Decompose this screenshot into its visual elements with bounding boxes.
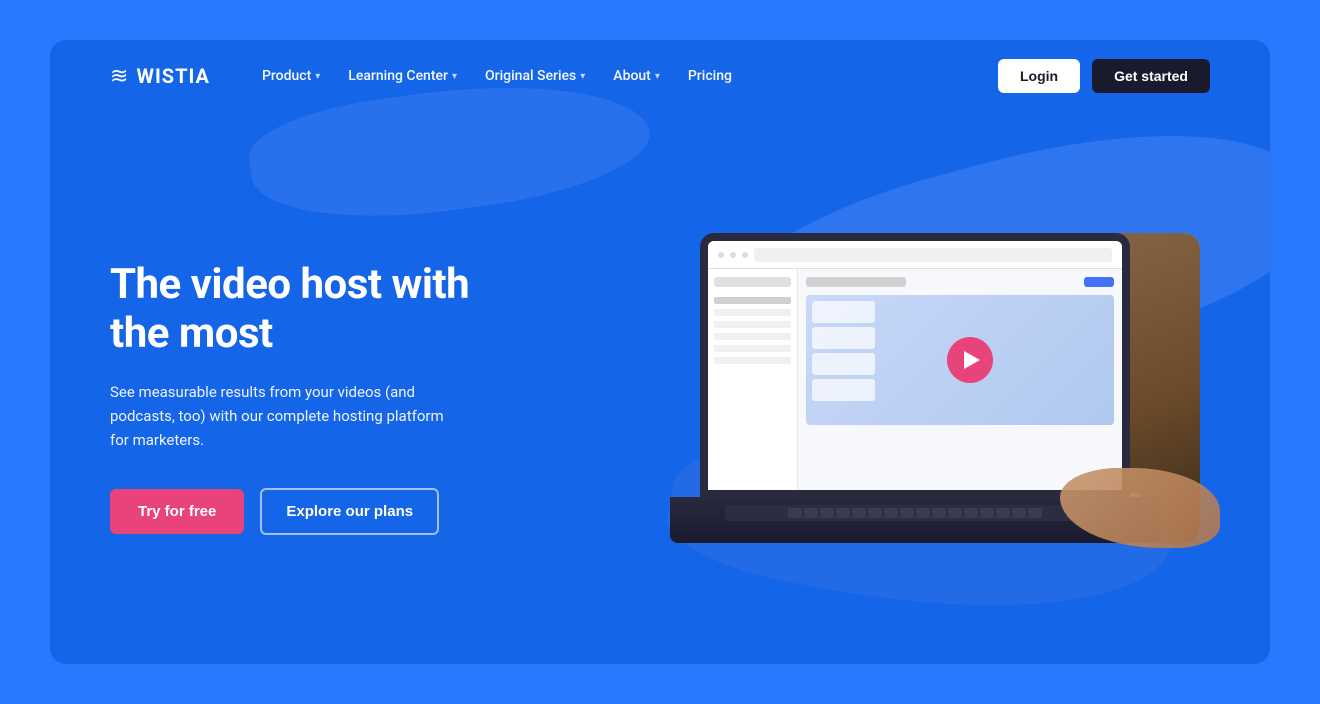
nav-product-label: Product <box>262 68 311 84</box>
key <box>996 508 1010 518</box>
keyboard <box>725 505 1105 521</box>
nav-item-original-series[interactable]: Original Series ▾ <box>473 60 597 92</box>
nav-about-label: About <box>613 68 651 84</box>
nav-item-product[interactable]: Product ▾ <box>250 60 332 92</box>
hero-buttons: Try for free Explore our plans <box>110 488 530 535</box>
thumb-item-4 <box>812 379 875 401</box>
nav-item-learning-center[interactable]: Learning Center ▾ <box>336 60 469 92</box>
thumbnail-list <box>806 295 881 425</box>
key <box>932 508 946 518</box>
chevron-down-icon: ▾ <box>452 71 457 82</box>
browser-url-bar[interactable] <box>754 248 1112 262</box>
login-button[interactable]: Login <box>998 59 1080 93</box>
sidebar-link-3[interactable] <box>714 321 791 328</box>
browser-dot-1 <box>718 252 724 258</box>
hero-section: The video host with the most See measura… <box>50 112 1270 664</box>
sidebar-link-5[interactable] <box>714 345 791 352</box>
key <box>884 508 898 518</box>
sidebar-link-2[interactable] <box>714 309 791 316</box>
main-header-row <box>806 277 1114 287</box>
key <box>1012 508 1026 518</box>
key <box>804 508 818 518</box>
browser-dot-3 <box>742 252 748 258</box>
key <box>980 508 994 518</box>
chevron-down-icon: ▾ <box>655 71 660 82</box>
chevron-down-icon: ▾ <box>580 71 585 82</box>
key <box>820 508 834 518</box>
screen-topbar <box>708 241 1122 269</box>
thumb-item-1 <box>812 301 875 323</box>
page-frame: ≋ WISTIA Product ▾ Learning Center ▾ Ori… <box>50 40 1270 664</box>
key <box>868 508 882 518</box>
screen-content <box>708 241 1122 490</box>
nav-links: Product ▾ Learning Center ▾ Original Ser… <box>250 60 998 92</box>
app-sidebar <box>708 269 798 490</box>
explore-plans-button[interactable]: Explore our plans <box>260 488 439 535</box>
key <box>788 508 802 518</box>
hero-text-block: The video host with the most See measura… <box>110 261 530 535</box>
browser-dot-2 <box>730 252 736 258</box>
thumb-item-2 <box>812 327 875 349</box>
key <box>836 508 850 518</box>
get-started-button[interactable]: Get started <box>1092 59 1210 93</box>
main-action-button[interactable] <box>1084 277 1114 287</box>
nav-item-about[interactable]: About ▾ <box>601 60 672 92</box>
nav-actions: Login Get started <box>998 59 1210 93</box>
sidebar-brand <box>714 277 791 287</box>
hero-subtext: See measurable results from your videos … <box>110 380 450 452</box>
nav-learning-label: Learning Center <box>348 68 448 84</box>
key <box>948 508 962 518</box>
wistia-logo-icon: ≋ <box>110 64 128 89</box>
app-body <box>708 269 1122 490</box>
play-button[interactable] <box>947 337 993 383</box>
hero-visual <box>530 233 1210 563</box>
logo[interactable]: ≋ WISTIA <box>110 64 210 89</box>
play-icon <box>964 351 980 369</box>
video-thumbnail-area[interactable] <box>806 295 1114 425</box>
sidebar-link-4[interactable] <box>714 333 791 340</box>
laptop-screen <box>700 233 1130 498</box>
logo-text: WISTIA <box>136 64 210 88</box>
key <box>1028 508 1042 518</box>
sidebar-link-6[interactable] <box>714 357 791 364</box>
laptop-image-area <box>670 233 1200 543</box>
key <box>900 508 914 518</box>
app-main-content <box>798 269 1122 490</box>
nav-item-pricing[interactable]: Pricing <box>676 60 744 92</box>
key <box>964 508 978 518</box>
try-for-free-button[interactable]: Try for free <box>110 489 244 534</box>
thumb-item-3 <box>812 353 875 375</box>
navbar: ≋ WISTIA Product ▾ Learning Center ▾ Ori… <box>50 40 1270 112</box>
key <box>852 508 866 518</box>
key <box>916 508 930 518</box>
chevron-down-icon: ▾ <box>315 71 320 82</box>
hero-heading: The video host with the most <box>110 261 530 358</box>
sidebar-link-1[interactable] <box>714 297 791 304</box>
nav-series-label: Original Series <box>485 68 576 84</box>
main-title-bar <box>806 277 906 287</box>
nav-pricing-label: Pricing <box>688 68 732 84</box>
